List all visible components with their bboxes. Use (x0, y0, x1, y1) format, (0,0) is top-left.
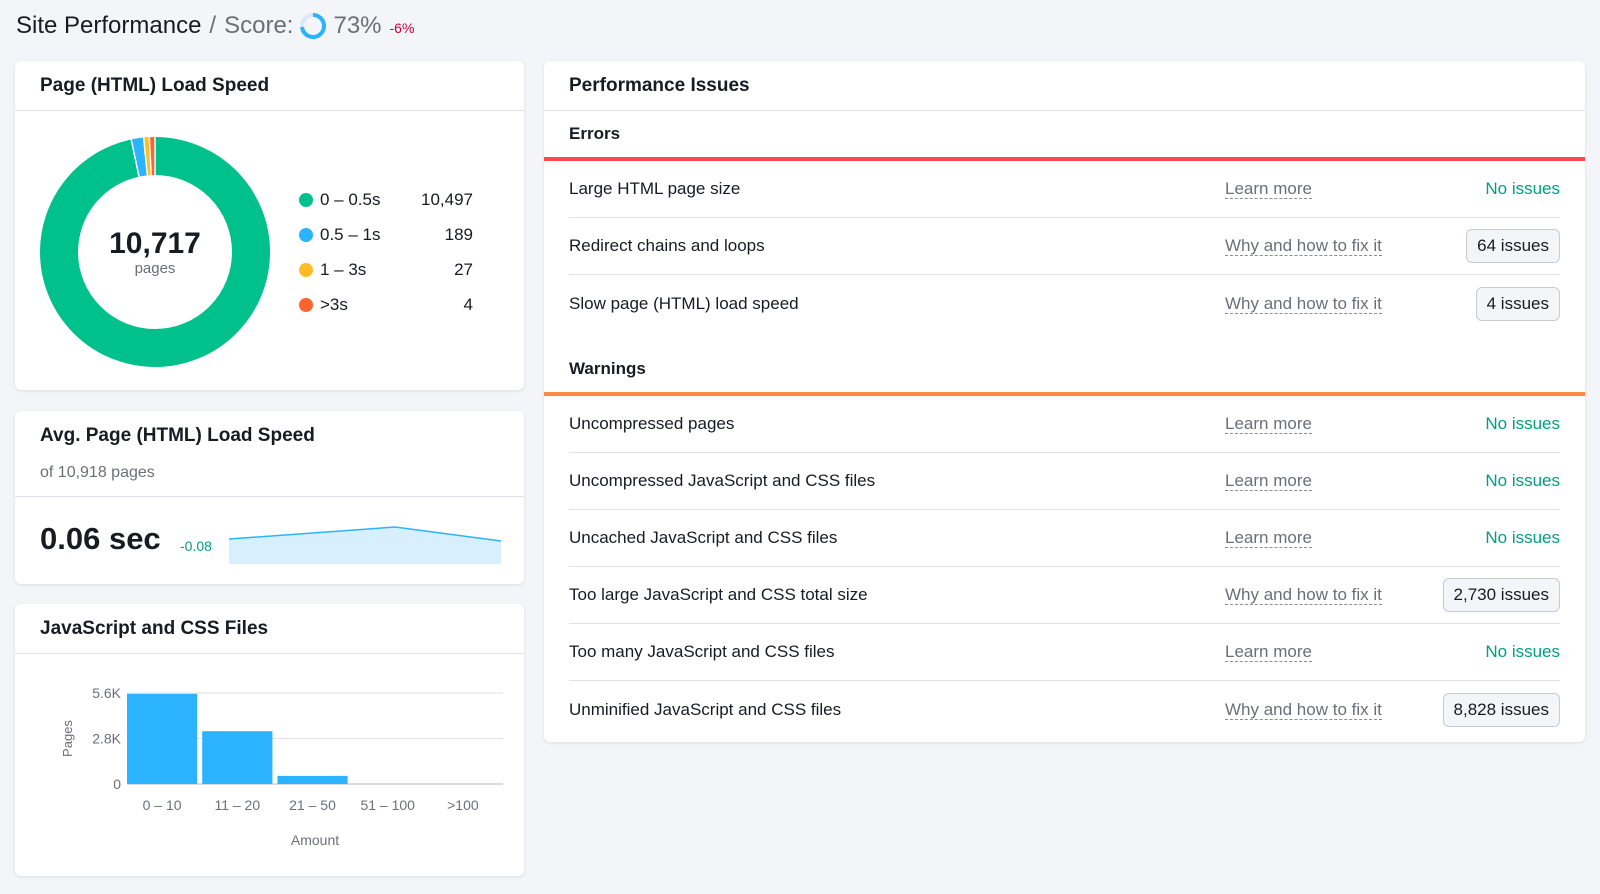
fix-it-link[interactable]: Why and how to fix it (1225, 699, 1382, 720)
legend-dot-icon (299, 262, 313, 277)
issue-row: Too large JavaScript and CSS total size … (569, 567, 1560, 624)
y-tick-label: 2.8K (92, 731, 121, 747)
fix-it-link[interactable]: Why and how to fix it (1225, 585, 1382, 605)
avg-load-speed-delta: -0.08 (180, 538, 212, 554)
issue-status: No issues (1485, 179, 1560, 198)
learn-more-link[interactable]: Learn more (1225, 179, 1312, 199)
avg-load-speed-value: 0.06 sec (40, 521, 161, 556)
issue-name: Redirect chains and loops (569, 236, 765, 255)
x-tick-label: 11 – 20 (214, 797, 260, 813)
donut-unit: pages (134, 259, 176, 277)
x-tick-label: >100 (447, 797, 479, 813)
issue-row: Redirect chains and loops Why and how to… (569, 218, 1560, 275)
issues-count-button[interactable]: 64 issues (1466, 229, 1560, 263)
issue-row: Uncompressed JavaScript and CSS files Le… (569, 453, 1560, 510)
issue-name: Large HTML page size (569, 179, 741, 198)
page-header: Site Performance / Score: 73% -6% (16, 8, 414, 44)
learn-more-link[interactable]: Learn more (1225, 528, 1312, 548)
learn-more-link[interactable]: Learn more (1225, 414, 1312, 434)
performance-issues-title: Performance Issues (544, 61, 1585, 111)
title-separator: / (209, 12, 217, 39)
issue-status: No issues (1485, 642, 1560, 661)
fix-it-link[interactable]: Why and how to fix it (1225, 236, 1382, 256)
issue-name: Uncompressed JavaScript and CSS files (569, 471, 876, 490)
js-css-bar-chart: 0 2.8K 5.6K 0 – 10 11 – 20 21 – 50 51 – 100 >10… (60, 685, 503, 848)
learn-more-link[interactable]: Learn more (1225, 642, 1312, 662)
issues-count-button[interactable]: 8,828 issues (1442, 692, 1560, 727)
avg-load-speed-title: Avg. Page (HTML) Load Speed (40, 425, 315, 446)
issues-count-button[interactable]: 2,730 issues (1442, 578, 1560, 612)
issue-status: No issues (1485, 414, 1560, 433)
y-tick-label: 5.6K (92, 685, 121, 701)
legend-value[interactable]: 27 (454, 260, 473, 280)
score-delta: -6% (389, 20, 415, 36)
js-css-files-card: JavaScript and CSS Files 0 2.8K 5.6K 0 – 10… (15, 604, 524, 876)
legend-dot-icon (299, 297, 313, 312)
issue-name: Uncompressed pages (569, 414, 735, 433)
issue-name: Slow page (HTML) load speed (569, 293, 799, 313)
load-speed-title: Page (HTML) Load Speed (15, 61, 524, 111)
learn-more-link[interactable]: Learn more (1225, 471, 1312, 491)
donut-center: 10,717 pages (40, 137, 270, 367)
x-tick-label: 51 – 100 (360, 797, 415, 813)
issue-row: Too many JavaScript and CSS files Learn … (569, 624, 1560, 681)
sparkline[interactable] (229, 526, 501, 564)
donut-total[interactable]: 10,717 (109, 227, 201, 260)
load-speed-card: Page (HTML) Load Speed 10,717 pages 0 – … (15, 61, 524, 390)
issue-row: Unminified JavaScript and CSS files Why … (569, 681, 1560, 738)
y-tick-label: 0 (113, 776, 121, 792)
legend-item[interactable]: 0 – 0.5s 10,497 (299, 182, 473, 217)
legend-label: 0 – 0.5s (320, 189, 381, 209)
legend-value[interactable]: 10,497 (421, 190, 473, 210)
load-speed-donut[interactable]: 10,717 pages (40, 137, 270, 367)
legend-label: 0.5 – 1s (320, 224, 381, 244)
issue-name: Too many JavaScript and CSS files (569, 642, 835, 661)
x-tick-label: 0 – 10 (143, 797, 182, 813)
score-value[interactable]: 73% (333, 12, 381, 40)
x-axis-label: Amount (291, 832, 339, 848)
issue-name: Too large JavaScript and CSS total size (569, 585, 868, 604)
load-speed-legend: 0 – 0.5s 10,497 0.5 – 1s 189 1 – 3s 27 >… (299, 182, 473, 322)
legend-dot-icon (299, 227, 313, 242)
legend-label: 1 – 3s (320, 259, 367, 279)
performance-issues-card: Performance Issues Errors Large HTML pag… (544, 61, 1585, 742)
legend-item[interactable]: 0.5 – 1s 189 (299, 217, 473, 252)
issue-status: No issues (1485, 471, 1560, 490)
issue-row: Uncached JavaScript and CSS files Learn … (569, 510, 1560, 567)
bar[interactable] (127, 693, 198, 784)
legend-value[interactable]: 4 (464, 295, 473, 315)
issues-count-button[interactable]: 4 issues (1475, 286, 1560, 321)
issue-status: No issues (1485, 528, 1560, 547)
issue-name: Unminified JavaScript and CSS files (569, 699, 842, 719)
y-axis-label: Pages (60, 720, 75, 757)
avg-load-speed-subtitle: of 10,918 pages (40, 464, 155, 481)
legend-item[interactable]: >3s 4 (299, 287, 473, 322)
issue-row: Slow page (HTML) load speed Why and how … (569, 275, 1560, 332)
page-title: Site Performance (16, 12, 202, 39)
warnings-section-title: Warnings (569, 359, 646, 378)
legend-label: >3s (320, 294, 348, 314)
js-css-files-title: JavaScript and CSS Files (15, 604, 524, 654)
issue-name: Uncached JavaScript and CSS files (569, 528, 838, 547)
issue-row: Uncompressed pages Learn more No issues (569, 396, 1560, 453)
x-tick-label: 21 – 50 (289, 797, 336, 813)
bar[interactable] (277, 775, 348, 784)
legend-dot-icon (299, 192, 313, 207)
fix-it-link[interactable]: Why and how to fix it (1225, 293, 1382, 314)
score-ring-icon (300, 13, 327, 39)
legend-item[interactable]: 1 – 3s 27 (299, 252, 473, 287)
errors-section-title: Errors (569, 124, 621, 143)
divider (15, 496, 524, 497)
issue-row: Large HTML page size Learn more No issue… (569, 161, 1560, 218)
score-label: Score: (224, 12, 294, 39)
legend-value[interactable]: 189 (445, 225, 473, 245)
bar[interactable] (202, 731, 273, 784)
avg-load-speed-card: Avg. Page (HTML) Load Speed of 10,918 pa… (15, 411, 524, 584)
